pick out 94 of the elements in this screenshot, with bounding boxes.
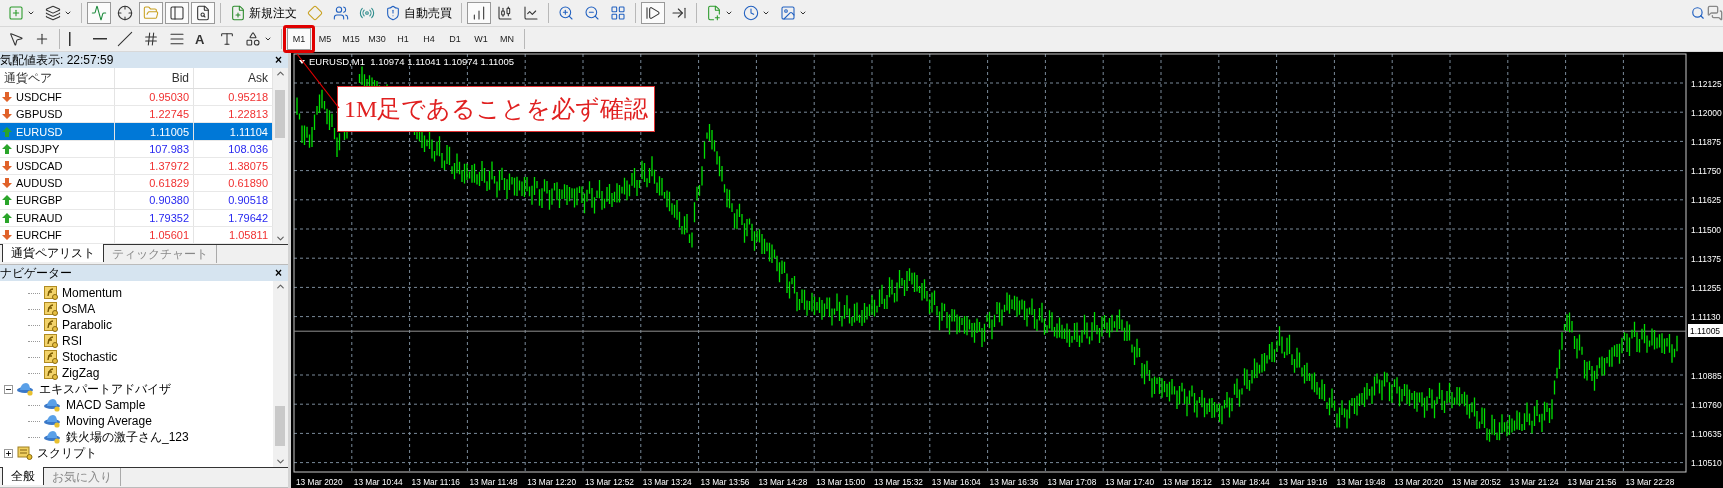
time-label: 13 Mar 15:32	[874, 477, 923, 487]
price-label: 1.10885	[1691, 370, 1722, 381]
close-button[interactable]: ×	[273, 53, 284, 67]
panel-tab[interactable]: 通貨ペアリスト	[2, 244, 104, 262]
symbol-row[interactable]: EURGBP 0.90380 0.90518	[0, 192, 273, 210]
panel-title: 気配値表示: 22:57:59	[0, 51, 114, 69]
symbol-row[interactable]: GBPUSD 1.22745 1.22813	[0, 106, 273, 124]
tree-item[interactable]: Parabolic	[62, 318, 113, 332]
bid-cell: 1.79352	[115, 209, 194, 226]
price-label: 1.11875	[1691, 136, 1722, 147]
symbol-row[interactable]: AUDUSD 0.61829 0.61890	[0, 175, 273, 193]
bid-cell: 107.983	[115, 140, 194, 157]
symbol-row[interactable]: EURUSD 1.11005 1.11104	[0, 123, 273, 141]
time-label: 13 Mar 19:16	[1278, 477, 1328, 487]
tree-item[interactable]: RSI	[62, 334, 82, 348]
chart-title: EURUSD,M1 1.10974 1.11041 1.10974 1.11005	[309, 56, 515, 67]
bid-cell: 1.22745	[115, 106, 194, 123]
tree-item[interactable]: Stochastic	[62, 350, 118, 364]
column-header[interactable]: Bid	[115, 68, 194, 89]
bid-cell: 1.37972	[115, 157, 194, 175]
time-label: 13 Mar 11:16	[411, 477, 460, 487]
time-label: 13 Mar 10:44	[353, 477, 403, 487]
bid-cell: 1.11005	[115, 123, 194, 140]
time-label: 13 Mar 12:52	[585, 477, 634, 487]
callout-note: 1M足であることを必ず確認	[337, 86, 656, 132]
period-button[interactable]: H4	[417, 28, 441, 50]
symbol-name: USDCHF	[16, 91, 62, 104]
tree-item[interactable]: Momentum	[62, 286, 123, 300]
tree-item[interactable]: エキスパートアドバイザ	[39, 380, 171, 398]
time-label: 13 Mar 20:52	[1452, 477, 1501, 487]
period-button[interactable]: M1	[287, 28, 311, 50]
time-label: 13 Mar 17:08	[1047, 477, 1097, 487]
new-order-button[interactable]: 新規注文	[226, 2, 301, 24]
symbol-name: USDCAD	[16, 160, 63, 172]
time-label: 13 Mar 18:44	[1220, 477, 1270, 487]
time-label: 13 Mar 16:36	[989, 477, 1039, 487]
time-label: 13 Mar 17:40	[1105, 477, 1155, 487]
period-button[interactable]: MN	[495, 28, 519, 50]
symbol-name: EURCHF	[16, 228, 62, 241]
panel-tab[interactable]: 全般	[2, 467, 44, 485]
period-button[interactable]: W1	[469, 28, 493, 50]
auto-trading-button[interactable]: 自動売買	[381, 2, 456, 24]
bid-cell: 0.61829	[115, 175, 194, 192]
bid-cell: 0.95030	[115, 89, 194, 106]
time-label: 13 Mar 21:24	[1509, 477, 1559, 487]
bid-cell: 1.05601	[115, 226, 194, 243]
symbol-name: EURUSD	[16, 125, 63, 138]
time-label: 13 Mar 21:56	[1567, 477, 1617, 487]
close-button[interactable]: ×	[273, 266, 284, 280]
text-tool-button[interactable]: A	[191, 28, 213, 50]
symbol-name: USDJPY	[16, 142, 60, 155]
time-label: 13 Mar 13:56	[700, 477, 750, 487]
current-price-label: 1.11005	[1688, 324, 1723, 337]
column-header[interactable]: 通貨ペア	[0, 68, 115, 89]
bid-cell: 0.90380	[115, 192, 194, 209]
time-label: 13 Mar 2020	[296, 477, 343, 487]
price-label: 1.11750	[1691, 166, 1722, 177]
panel-title: ナビゲーター	[0, 264, 72, 282]
tree-item[interactable]: MACD Sample	[66, 398, 146, 412]
price-label: 1.12125	[1691, 78, 1722, 89]
time-label: 13 Mar 20:20	[1394, 477, 1444, 487]
time-label: 13 Mar 11:48	[469, 477, 518, 487]
symbol-name: EURAUD	[16, 211, 63, 224]
symbol-name: GBPUSD	[16, 108, 63, 121]
time-label: 13 Mar 13:24	[642, 477, 692, 487]
time-label: 13 Mar 18:12	[1163, 477, 1212, 487]
tree-item[interactable]: 鉄火場の激子さん_123	[66, 428, 189, 446]
period-button[interactable]: H1	[391, 28, 415, 50]
time-label: 13 Mar 19:48	[1336, 477, 1386, 487]
period-button[interactable]: M15	[339, 28, 363, 50]
price-label: 1.11625	[1691, 195, 1722, 206]
price-label: 1.11130	[1691, 312, 1721, 323]
price-label: 1.10635	[1691, 428, 1722, 439]
price-label: 1.12000	[1691, 107, 1722, 118]
tree-item[interactable]: スクリプト	[37, 444, 97, 462]
time-label: 13 Mar 22:28	[1625, 477, 1675, 487]
price-label: 1.11375	[1691, 253, 1722, 264]
time-label: 13 Mar 16:04	[931, 477, 981, 487]
time-label: 13 Mar 15:00	[816, 477, 866, 487]
period-button[interactable]: M5	[313, 28, 337, 50]
period-button[interactable]: M30	[365, 28, 389, 50]
price-label: 1.11255	[1691, 282, 1722, 293]
price-label: 1.11500	[1691, 224, 1722, 235]
tree-item[interactable]: Moving Average	[66, 414, 152, 428]
time-label: 13 Mar 14:28	[758, 477, 808, 487]
symbol-name: AUDUSD	[16, 177, 63, 190]
price-label: 1.10760	[1691, 399, 1722, 410]
price-label: 1.10510	[1691, 458, 1722, 469]
symbol-row[interactable]: USDCHF 0.95030 0.95218	[0, 89, 273, 107]
symbol-name: EURGBP	[16, 194, 63, 207]
tree-item[interactable]: OsMA	[62, 302, 96, 316]
tree-item[interactable]: ZigZag	[62, 366, 100, 380]
time-label: 13 Mar 12:20	[527, 477, 577, 487]
period-button[interactable]: D1	[443, 28, 467, 50]
